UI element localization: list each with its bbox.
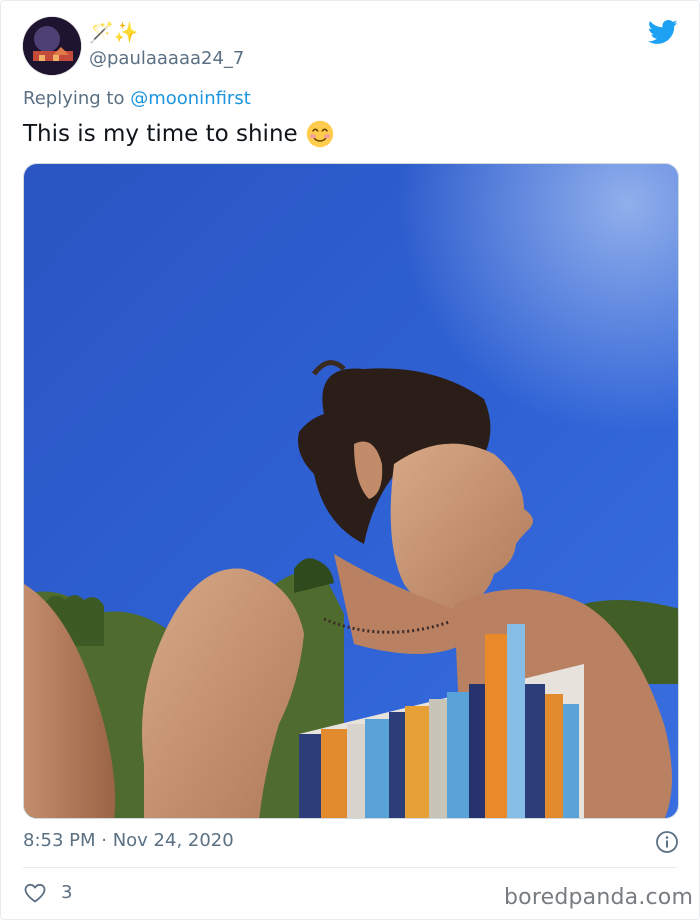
- twitter-bird-icon[interactable]: [647, 17, 679, 47]
- tweet-timestamp[interactable]: 8:53 PM · Nov 24, 2020: [23, 829, 234, 853]
- tweet-card: 🪄✨ @paulaaaaa24_7 Replying to @mooninfir…: [0, 0, 700, 920]
- selfie-photo: [24, 164, 678, 818]
- replying-to-link[interactable]: @mooninfirst: [130, 88, 251, 109]
- tweet-text: This is my time to shine: [23, 119, 334, 149]
- info-icon[interactable]: [655, 830, 679, 854]
- replying-prefix: Replying to: [23, 88, 125, 109]
- user-handle[interactable]: @paulaaaaa24_7: [89, 47, 244, 71]
- divider: [23, 867, 677, 868]
- heart-icon[interactable]: [23, 881, 47, 905]
- tweet-text-body: This is my time to shine: [23, 121, 298, 147]
- avatar[interactable]: [23, 17, 81, 75]
- display-name[interactable]: 🪄✨: [89, 19, 139, 45]
- replying-to-line: Replying to @mooninfirst: [23, 87, 251, 111]
- like-count: 3: [61, 882, 73, 903]
- tweet-photo[interactable]: [23, 163, 679, 819]
- watermark: boredpanda.com: [504, 885, 694, 910]
- smiling-face-icon: [306, 120, 333, 148]
- display-name-text: 🪄✨: [89, 20, 139, 44]
